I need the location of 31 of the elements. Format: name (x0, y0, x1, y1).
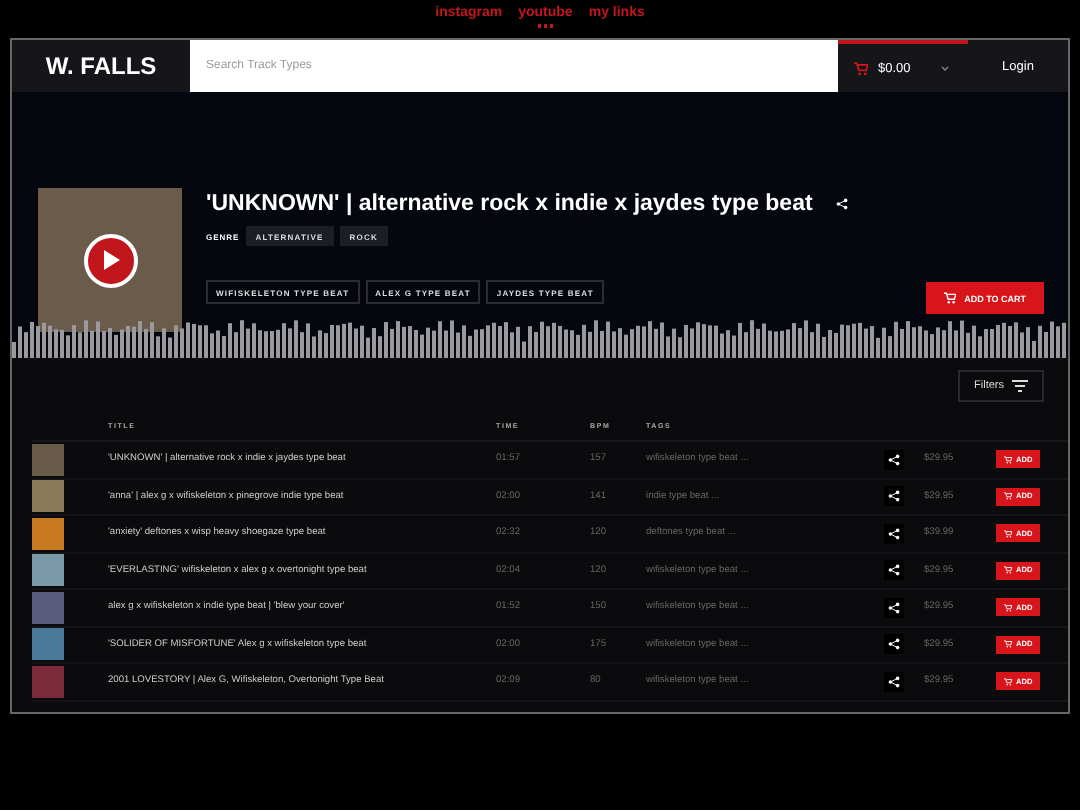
cart-icon (1004, 603, 1012, 612)
share-icon (888, 564, 900, 577)
share-icon (888, 490, 900, 503)
share-button[interactable] (884, 449, 904, 470)
share-icon (888, 453, 900, 466)
play-icon (101, 250, 119, 270)
cart-icon (1004, 529, 1012, 538)
share-button[interactable] (884, 597, 904, 618)
cart-icon (1004, 492, 1012, 501)
share-icon (888, 638, 900, 651)
cart-icon (854, 61, 868, 75)
filter-icon (1012, 379, 1028, 391)
share-icon (888, 527, 900, 540)
share-icon (888, 601, 900, 614)
cart-icon (1004, 566, 1012, 575)
chevron-down-icon (940, 63, 951, 73)
cart-icon (944, 292, 957, 304)
cart-icon (1004, 455, 1012, 464)
play-button[interactable] (83, 233, 137, 287)
share-button[interactable] (884, 523, 904, 544)
share-button[interactable] (884, 634, 904, 655)
share-button[interactable] (884, 560, 904, 581)
cart-icon (1004, 677, 1012, 686)
active-indicator (537, 24, 554, 27)
share-button[interactable] (884, 486, 904, 507)
share-button[interactable] (884, 671, 904, 692)
cart-icon (1004, 640, 1012, 649)
logo: W. FALLS (43, 50, 159, 84)
share-icon (888, 675, 900, 688)
share-icon (836, 198, 849, 210)
track-title: 'UNKNOWN' | alternative rock x indie x jaydes type beat (206, 192, 813, 216)
